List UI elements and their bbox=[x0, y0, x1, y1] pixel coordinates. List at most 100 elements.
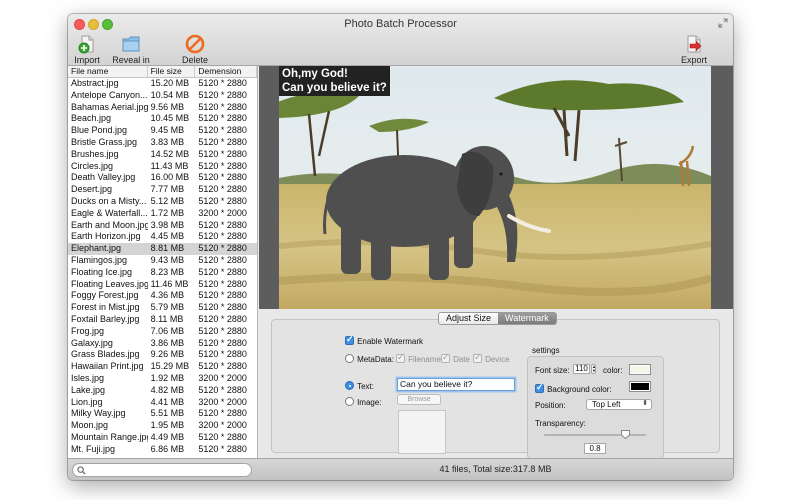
filesize-cell: 4.49 MB bbox=[150, 431, 185, 442]
enable-watermark-checkbox[interactable] bbox=[345, 334, 354, 345]
slider-thumb[interactable] bbox=[621, 430, 631, 439]
filesize-cell: 3.98 MB bbox=[150, 219, 185, 230]
filesize-cell: 16.00 MB bbox=[150, 172, 190, 183]
metadata-device-checkbox[interactable] bbox=[473, 352, 482, 363]
table-row[interactable]: Elephant.jpg 8.81 MB 5120 * 2880 bbox=[68, 243, 257, 255]
table-row[interactable]: Lion.jpg 4.41 MB 3200 * 2000 bbox=[68, 397, 257, 409]
column-header-filename[interactable]: File name bbox=[68, 66, 148, 77]
table-row[interactable]: Galaxy.jpg 3.86 MB 5120 * 2880 bbox=[68, 338, 257, 350]
font-size-stepper[interactable]: ▲ ▼ bbox=[591, 364, 596, 374]
column-header-dimension[interactable]: Demension bbox=[195, 66, 257, 77]
table-row[interactable]: Isles.jpg 1.92 MB 3200 * 2000 bbox=[68, 373, 257, 385]
background-color-well[interactable] bbox=[629, 381, 651, 392]
preview-photo: Oh,my God! Can you believe it? bbox=[279, 66, 711, 309]
font-color-well[interactable] bbox=[629, 364, 651, 375]
background-color-label: Background color: bbox=[547, 385, 612, 394]
fullscreen-icon[interactable] bbox=[718, 18, 728, 28]
font-size-label: Font size: bbox=[535, 366, 570, 375]
table-row[interactable]: Hawaiian Print.jpg 15.29 MB 5120 * 2880 bbox=[68, 361, 257, 373]
filesize-cell: 11.46 MB bbox=[150, 278, 189, 289]
watermark-text-input[interactable]: Can you believe it? bbox=[397, 378, 515, 391]
settings-panel: Adjust Size Watermark Enable Watermark M… bbox=[259, 309, 733, 459]
table-row[interactable]: Death Valley.jpg 16.00 MB 5120 * 2880 bbox=[68, 172, 257, 184]
metadata-radio[interactable] bbox=[345, 354, 354, 363]
image-radio[interactable] bbox=[345, 397, 354, 406]
background-color-row: Background color: bbox=[535, 382, 612, 395]
tab-watermark[interactable]: Watermark bbox=[498, 313, 556, 324]
dimension-cell: 5120 * 2880 bbox=[198, 184, 247, 195]
filename-cell: Beach.jpg bbox=[71, 113, 112, 124]
table-row[interactable]: Flamingos.jpg 9.43 MB 5120 * 2880 bbox=[68, 255, 257, 267]
metadata-device-label: Device bbox=[485, 355, 510, 364]
table-row[interactable]: Brushes.jpg 14.52 MB 5120 * 2880 bbox=[68, 149, 257, 161]
popup-arrows-icon: ⬍ bbox=[642, 400, 648, 407]
metadata-date-option: Date bbox=[441, 352, 470, 365]
font-size-input[interactable]: 110 bbox=[573, 364, 590, 374]
position-select[interactable]: Top Left ⬍ bbox=[586, 399, 652, 410]
table-row[interactable]: Grass Blades.jpg 9.26 MB 5120 * 2880 bbox=[68, 349, 257, 361]
table-row[interactable]: Beach.jpg 10.45 MB 5120 * 2880 bbox=[68, 113, 257, 125]
import-button[interactable]: Import bbox=[72, 34, 102, 65]
background-color-checkbox[interactable] bbox=[535, 382, 544, 393]
slider-track bbox=[544, 434, 646, 436]
table-row[interactable]: Bahamas Aerial.jpg 9.56 MB 5120 * 2880 bbox=[68, 102, 257, 114]
table-row[interactable]: Mt. Fuji.jpg 6.86 MB 5120 * 2880 bbox=[68, 444, 257, 456]
metadata-date-checkbox[interactable] bbox=[441, 352, 450, 363]
dimension-cell: 5120 * 2880 bbox=[198, 219, 247, 230]
table-row[interactable]: Bristle Grass.jpg 3.83 MB 5120 * 2880 bbox=[68, 137, 257, 149]
export-label: Export bbox=[680, 55, 707, 65]
table-header: File name File size Demension bbox=[68, 66, 257, 78]
table-row[interactable]: Circles.jpg 11.43 MB 5120 * 2880 bbox=[68, 161, 257, 173]
table-row[interactable]: Moon.jpg 1.95 MB 3200 * 2000 bbox=[68, 420, 257, 432]
dimension-cell: 5120 * 2880 bbox=[198, 160, 247, 171]
filename-cell: Galaxy.jpg bbox=[71, 337, 113, 348]
metadata-filename-checkbox[interactable] bbox=[396, 352, 405, 363]
filename-cell: Desert.jpg bbox=[71, 184, 113, 195]
export-button[interactable]: Export bbox=[679, 34, 709, 65]
table-row[interactable]: Frog.jpg 7.06 MB 5120 * 2880 bbox=[68, 326, 257, 338]
table-row[interactable]: Mountain Range.jpg 4.49 MB 5120 * 2880 bbox=[68, 432, 257, 444]
table-row[interactable]: Floating Leaves.jpg 11.46 MB 5120 * 2880 bbox=[68, 279, 257, 291]
filesize-cell: 6.86 MB bbox=[150, 443, 185, 454]
table-row[interactable]: Forest in Mist.jpg 5.79 MB 5120 * 2880 bbox=[68, 302, 257, 314]
table-row[interactable]: Antelope Canyon... 10.54 MB 5120 * 2880 bbox=[68, 90, 257, 102]
table-row[interactable]: Foggy Forest.jpg 4.36 MB 5120 * 2880 bbox=[68, 290, 257, 302]
browse-button[interactable]: Browse bbox=[397, 394, 441, 405]
table-row[interactable]: Floating Ice.jpg 8.23 MB 5120 * 2880 bbox=[68, 267, 257, 279]
text-radio[interactable] bbox=[345, 381, 354, 390]
filesize-cell: 4.36 MB bbox=[150, 290, 185, 301]
table-row[interactable]: Eagle & Waterfall... 1.72 MB 3200 * 2000 bbox=[68, 208, 257, 220]
table-row[interactable]: Desert.jpg 7.77 MB 5120 * 2880 bbox=[68, 184, 257, 196]
filename-cell: Flamingos.jpg bbox=[71, 254, 128, 265]
filesize-cell: 4.82 MB bbox=[150, 384, 185, 395]
delete-button[interactable]: Delete bbox=[180, 34, 210, 65]
settings-group: Font size: 110 ▲▼ color: Background colo… bbox=[527, 356, 664, 459]
search-field[interactable] bbox=[72, 463, 252, 477]
table-row[interactable]: Earth and Moon.jpg 3.98 MB 5120 * 2880 bbox=[68, 220, 257, 232]
filename-cell: Lion.jpg bbox=[71, 396, 103, 407]
table-row[interactable]: Abstract.jpg 15.20 MB 5120 * 2880 bbox=[68, 78, 257, 90]
filename-cell: Lake.jpg bbox=[71, 384, 106, 395]
transparency-slider[interactable] bbox=[544, 427, 646, 441]
table-row[interactable]: Foxtail Barley.jpg 8.11 MB 5120 * 2880 bbox=[68, 314, 257, 326]
table-row[interactable]: Blue Pond.jpg 9.45 MB 5120 * 2880 bbox=[68, 125, 257, 137]
status-bar: 41 files, Total size:317.8 MB bbox=[68, 458, 733, 480]
search-icon bbox=[77, 466, 86, 475]
tab-adjust-size[interactable]: Adjust Size bbox=[439, 313, 499, 324]
filename-cell: Foggy Forest.jpg bbox=[71, 290, 139, 301]
image-label: Image: bbox=[357, 398, 382, 407]
image-well[interactable] bbox=[398, 410, 446, 454]
dimension-cell: 5120 * 2880 bbox=[198, 278, 247, 289]
column-header-filesize[interactable]: File size bbox=[148, 66, 196, 77]
table-row[interactable]: Milky Way.jpg 5.51 MB 5120 * 2880 bbox=[68, 408, 257, 420]
transparency-value-field[interactable]: 0.8 bbox=[584, 443, 606, 454]
filename-cell: Isles.jpg bbox=[71, 372, 105, 383]
filename-cell: Milky Way.jpg bbox=[71, 408, 126, 419]
table-row[interactable]: Earth Horizon.jpg 4.45 MB 5120 * 2880 bbox=[68, 231, 257, 243]
dimension-cell: 5120 * 2880 bbox=[198, 266, 247, 277]
table-row[interactable]: Ducks on a Misty... 5.12 MB 5120 * 2880 bbox=[68, 196, 257, 208]
file-table[interactable]: File name File size Demension Abstract.j… bbox=[68, 66, 258, 458]
table-row[interactable]: Lake.jpg 4.82 MB 5120 * 2880 bbox=[68, 385, 257, 397]
metadata-filename-option: Filename bbox=[396, 352, 441, 365]
filesize-cell: 3.83 MB bbox=[150, 136, 185, 147]
